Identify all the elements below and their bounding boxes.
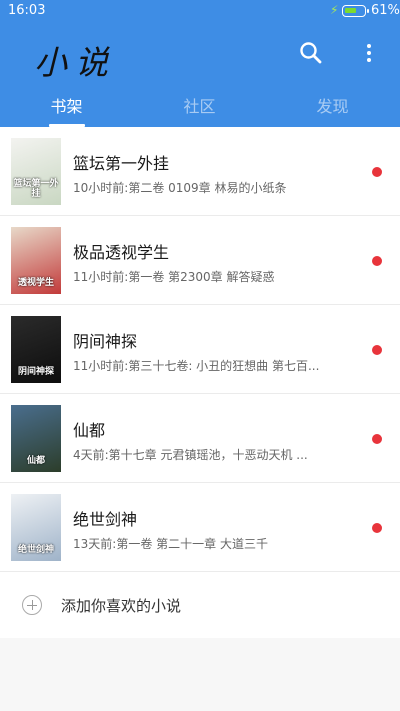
book-cover: 透视学生: [11, 227, 61, 294]
add-novel-label: 添加你喜欢的小说: [61, 597, 182, 615]
cover-title: 透视学生: [17, 278, 54, 288]
book-latest-update: 11小时前:第一卷 第2300章 解答疑惑: [73, 270, 275, 284]
book-row[interactable]: 绝世剑神 绝世剑神 13天前:第一卷 第二十一章 大道三千: [0, 483, 400, 572]
cover-title: 篮坛第一外挂: [13, 179, 59, 199]
tab-bar: 书架 社区 发现: [0, 92, 400, 127]
bookshelf-list: 篮坛第一外挂 篮坛第一外挂 10小时前:第二卷 0109章 林易的小纸条 透视学…: [0, 127, 400, 638]
app-title: 小说: [34, 43, 116, 82]
book-row[interactable]: 篮坛第一外挂 篮坛第一外挂 10小时前:第二卷 0109章 林易的小纸条: [0, 127, 400, 216]
book-cover: 篮坛第一外挂: [11, 138, 61, 205]
unread-dot: [372, 167, 382, 177]
add-novel-row[interactable]: 添加你喜欢的小说: [0, 572, 400, 638]
book-row[interactable]: 透视学生 极品透视学生 11小时前:第一卷 第2300章 解答疑惑: [0, 216, 400, 305]
tab-bookshelf[interactable]: 书架: [0, 92, 133, 127]
book-title: 篮坛第一外挂: [73, 154, 170, 173]
book-cover: 阴间神探: [11, 316, 61, 383]
more-icon-dot: [367, 58, 371, 62]
book-title: 仙都: [73, 421, 106, 440]
more-vertical-icon: [367, 44, 371, 48]
book-title: 阴间神探: [73, 332, 138, 351]
book-cover: 绝世剑神: [11, 494, 61, 561]
unread-dot: [372, 345, 382, 355]
book-title: 极品透视学生: [73, 243, 170, 262]
plus-circle-icon: [22, 595, 42, 615]
unread-dot: [372, 523, 382, 533]
app-header: 16:03 ⚡ 61% 小说 书架 社区 发现: [0, 0, 400, 127]
book-row[interactable]: 阴间神探 阴间神探 11小时前:第三十七卷: 小丑的狂想曲 第七百...: [0, 305, 400, 394]
search-button[interactable]: [298, 40, 324, 66]
book-cover: 仙都: [11, 405, 61, 472]
unread-dot: [372, 256, 382, 266]
tab-discover[interactable]: 发现: [266, 92, 399, 127]
book-latest-update: 4天前:第十七章 元君镇瑶池，十恶动天机 ...: [73, 448, 308, 462]
status-time: 16:03: [8, 3, 46, 18]
tab-community[interactable]: 社区: [133, 92, 266, 127]
book-latest-update: 11小时前:第三十七卷: 小丑的狂想曲 第七百...: [73, 359, 320, 373]
search-icon: [300, 42, 322, 64]
battery-fill: [345, 8, 356, 13]
book-latest-update: 10小时前:第二卷 0109章 林易的小纸条: [73, 181, 287, 195]
book-latest-update: 13天前:第一卷 第二十一章 大道三千: [73, 537, 268, 551]
more-options-button[interactable]: [362, 40, 376, 66]
unread-dot: [372, 434, 382, 444]
cover-title: 绝世剑神: [17, 545, 54, 555]
more-icon-dot: [367, 51, 371, 55]
charging-icon: ⚡: [330, 3, 339, 17]
book-row[interactable]: 仙都 仙都 4天前:第十七章 元君镇瑶池，十恶动天机 ...: [0, 394, 400, 483]
book-title: 绝世剑神: [73, 510, 138, 529]
battery-percent: 61%: [371, 3, 400, 18]
battery-icon: [342, 5, 369, 17]
cover-title: 阴间神探: [17, 367, 54, 377]
status-bar: 16:03 ⚡ 61%: [0, 0, 400, 24]
cover-title: 仙都: [26, 456, 45, 466]
